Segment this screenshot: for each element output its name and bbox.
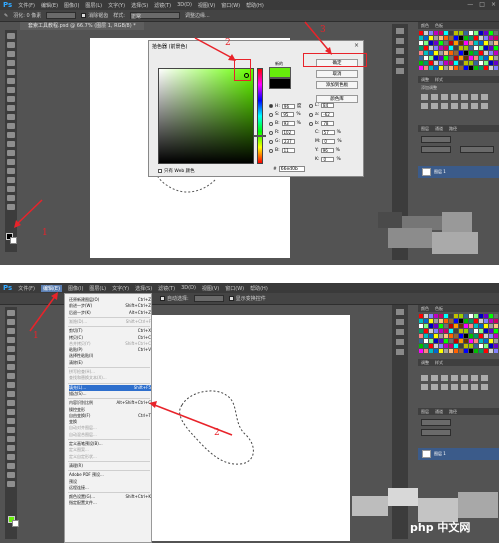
- arrowhead-2: [228, 54, 236, 61]
- arrow-1: [15, 199, 43, 226]
- annotation-3: 3: [320, 25, 326, 35]
- annotation-1: 1: [33, 331, 39, 341]
- arrow-3: [304, 21, 331, 53]
- watermark-text: php 中文网: [410, 521, 471, 534]
- arrow-2: [151, 403, 233, 436]
- screenshot-color-picker: Ps 文件(F) 编辑(E) 图像(I) 图层(L) 文字(Y) 选择(S) 滤…: [0, 0, 499, 265]
- annotation-2: 2: [214, 428, 220, 438]
- annotation-2: 2: [225, 38, 231, 48]
- screenshot-edit-fill: Ps 文件(F) 编辑(E) 图像(I) 图层(L) 文字(Y) 选择(S) 滤…: [0, 283, 499, 543]
- arrow-1: [29, 294, 57, 332]
- arrowhead-2: [149, 401, 157, 408]
- arrowhead-1: [51, 292, 58, 300]
- divider: [0, 265, 499, 283]
- annotation-1: 1: [42, 228, 48, 238]
